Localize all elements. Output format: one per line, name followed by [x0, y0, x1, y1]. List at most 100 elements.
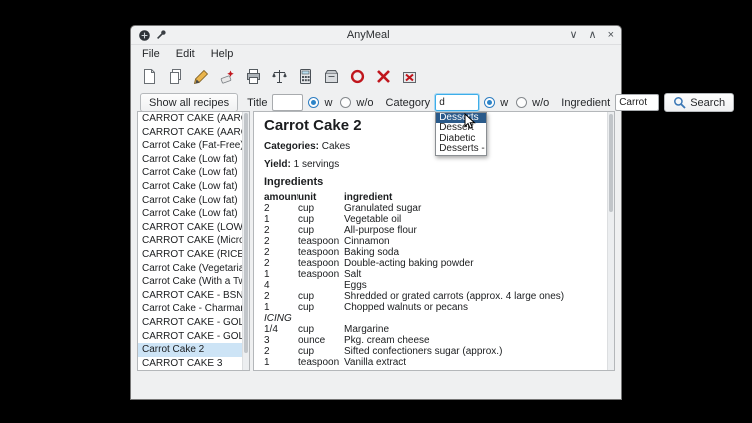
recipe-list-item[interactable]: Carrot Cake (Low fat): [138, 180, 242, 194]
ingredient-amount: 2: [264, 291, 298, 302]
title-with-radio[interactable]: [308, 97, 319, 108]
ingredient-name: [344, 313, 604, 324]
category-suggestion-item[interactable]: Desserts: [436, 113, 486, 123]
red-circle-button[interactable]: [348, 67, 367, 86]
recipe-list-item[interactable]: CARROT CAKE - BSNX01A: [138, 289, 242, 303]
ingredient-amount: 3: [264, 335, 298, 346]
menu-item[interactable]: Edit: [169, 47, 202, 61]
search-button[interactable]: Search: [664, 93, 734, 112]
ingredient-row: 4 Eggs: [264, 280, 604, 291]
ingredient-name: Vegetable oil: [344, 214, 604, 225]
delete-button[interactable]: [374, 67, 393, 86]
menu-bar: FileEditHelp: [131, 45, 621, 63]
maximize-button[interactable]: ∧: [589, 30, 597, 41]
menu-item[interactable]: Help: [204, 47, 241, 61]
title-filter-input[interactable]: [272, 94, 303, 111]
ingredient-name: Vanilla extract: [344, 357, 604, 368]
ingredient-amount: 2: [264, 203, 298, 214]
recipe-list-item[interactable]: Carrot Cake 2: [138, 343, 242, 357]
recipe-list-item[interactable]: Carrot Cake (Low fat): [138, 153, 242, 167]
red-circle-icon: [349, 68, 366, 85]
ingredient-unit: cup: [298, 225, 344, 236]
shade-button[interactable]: ∨: [569, 30, 577, 41]
menu-item[interactable]: File: [135, 47, 167, 61]
ingredient-row: 1/4 cup Margarine: [264, 324, 604, 335]
ingredient-amount: 2: [264, 225, 298, 236]
recipe-list-item[interactable]: CARROT CAKE - GOLDBECK: [138, 330, 242, 344]
recipe-list-item[interactable]: Carrot Cake (Vegetarian): [138, 262, 242, 276]
radio-dot: [311, 100, 316, 105]
scale-button[interactable]: [270, 67, 289, 86]
ingredient-name: Baking soda: [344, 247, 604, 258]
recipe-list-item[interactable]: Carrot Cake (Low fat): [138, 194, 242, 208]
documents-icon: [167, 68, 184, 85]
ingredient-amount: 2: [264, 236, 298, 247]
ingredient-row: 1 teaspoon Vanilla extract: [264, 357, 604, 368]
ingredients-rows: 2 cup Granulated sugar 1 cup Vegetable o…: [264, 203, 604, 368]
recipe-list-scrollbar-handle[interactable]: [244, 113, 248, 353]
recipe-list-item[interactable]: CARROT CAKE (Microwave): [138, 234, 242, 248]
yield-value: 1 servings: [294, 159, 340, 170]
recipe-list-item[interactable]: Carrot Cake - Charmane An...: [138, 302, 242, 316]
documents-button[interactable]: [166, 67, 185, 86]
recipe-content: Carrot Cake 2 Categories: Cakes Yield: 1…: [254, 112, 614, 368]
new-document-button[interactable]: [140, 67, 159, 86]
recipe-list-scrollbar[interactable]: [242, 112, 249, 370]
recipe-list-item[interactable]: CARROT CAKE (RICE): [138, 248, 242, 262]
category-suggestion-item[interactable]: Desserts -: [436, 144, 486, 154]
ingredient-name: All-purpose flour: [344, 225, 604, 236]
erase-button[interactable]: [218, 67, 237, 86]
category-suggestion-item[interactable]: Dessert: [436, 123, 486, 133]
title-bar-icons: [138, 29, 167, 42]
ingredient-row: 1 cup Vegetable oil: [264, 214, 604, 225]
ingredient-name: Chopped walnuts or pecans: [344, 302, 604, 313]
recipe-list-item[interactable]: Carrot Cake (With a Twist): [138, 275, 242, 289]
recipe-view-scrollbar-handle[interactable]: [609, 114, 613, 212]
anymeal-window: AnyMeal ∨ ∧ × FileEditHelp: [130, 25, 622, 400]
ingredient-row: 2 cup Shredded or grated carrots (approx…: [264, 291, 604, 302]
ingredients-table: amount unit ingredient 2 cup Granulated …: [264, 192, 604, 368]
search-button-label: Search: [690, 97, 725, 109]
recipe-list-item[interactable]: CARROT CAKE (LOW FAT): [138, 221, 242, 235]
title-without-radio[interactable]: [340, 97, 351, 108]
card-box-button[interactable]: [322, 67, 341, 86]
recipe-list-item[interactable]: Carrot Cake (Low fat): [138, 166, 242, 180]
recipe-list-item[interactable]: Carrot Cake (Fat-Free): [138, 139, 242, 153]
recipe-list-item[interactable]: Carrot Cake (Low fat): [138, 207, 242, 221]
ingredient-unit: teaspoon: [298, 357, 344, 368]
ingredient-amount: 1: [264, 269, 298, 280]
recipe-categories-line: Categories: Cakes: [264, 141, 604, 153]
amount-column-header: amount: [264, 192, 298, 203]
category-suggestion-item[interactable]: Diabetic: [436, 134, 486, 144]
show-all-recipes-button[interactable]: Show all recipes: [140, 93, 238, 112]
radio-dot: [487, 100, 492, 105]
calculator-button[interactable]: [296, 67, 315, 86]
ingredient-unit: teaspoon: [298, 247, 344, 258]
recipe-list-panel: CARROT CAKE (AARGAU)CARROT CAKE (AARGAU)…: [137, 111, 250, 371]
recipe-list-item[interactable]: CARROT CAKE 3: [138, 357, 242, 371]
ingredient-row: 1 teaspoon Salt: [264, 269, 604, 280]
ingredient-row: 2 cup Sifted confectioners sugar (approx…: [264, 346, 604, 357]
ingredient-amount: 1: [264, 214, 298, 225]
ingredient-unit: teaspoon: [298, 269, 344, 280]
print-button[interactable]: [244, 67, 263, 86]
ingredient-name: Salt: [344, 269, 604, 280]
category-filter-input[interactable]: [435, 94, 479, 111]
recipe-list-item[interactable]: CARROT CAKE - GOLDBECK: [138, 316, 242, 330]
ingredient-amount: 2: [264, 346, 298, 357]
category-with-label: w: [500, 97, 508, 109]
ingredient-name: Cinnamon: [344, 236, 604, 247]
category-without-radio[interactable]: [516, 97, 527, 108]
recipe-list-item[interactable]: CARROT CAKE (AARGAU): [138, 126, 242, 140]
edit-button[interactable]: [192, 67, 211, 86]
printer-icon: [245, 68, 262, 85]
ingredient-filter-input[interactable]: [615, 94, 659, 111]
eraser-icon: [219, 68, 236, 85]
title-bar[interactable]: AnyMeal ∨ ∧ ×: [131, 26, 621, 45]
ingredients-heading: Ingredients: [264, 176, 604, 189]
category-with-radio[interactable]: [484, 97, 495, 108]
close-button[interactable]: ×: [608, 30, 614, 41]
category-combo: DessertsDessertDiabeticDesserts -: [435, 94, 479, 111]
purge-button[interactable]: [400, 67, 419, 86]
recipe-view-scrollbar[interactable]: [607, 112, 614, 370]
